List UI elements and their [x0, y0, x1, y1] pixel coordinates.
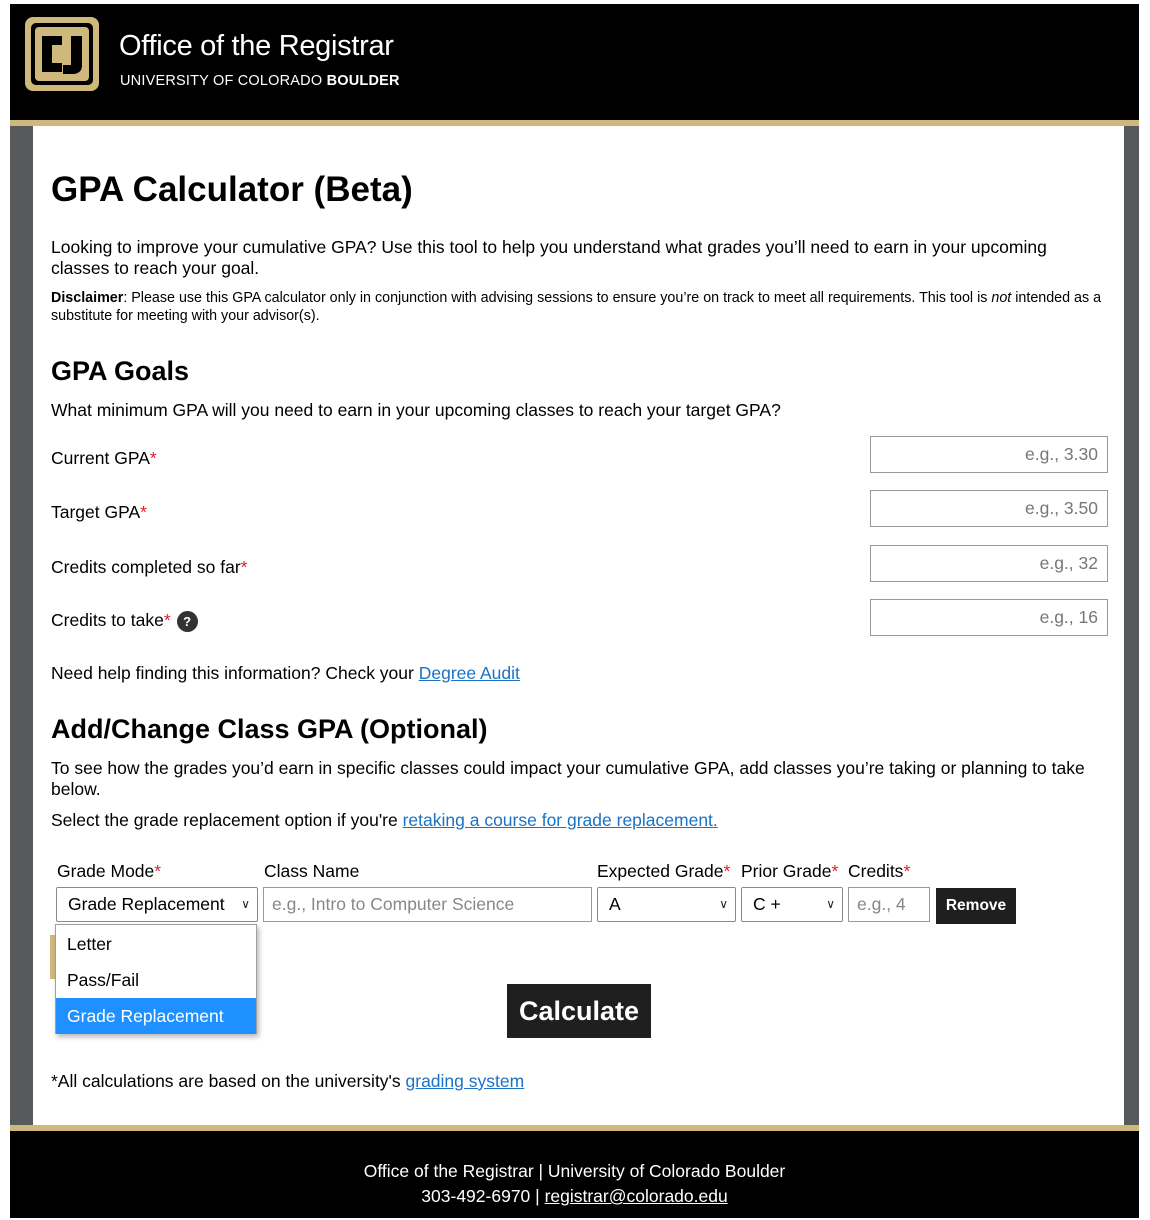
footer-phone: 303-492-6970: [421, 1186, 531, 1206]
expected-grade-value: A: [609, 894, 621, 914]
target-gpa-label-text: Target GPA: [51, 502, 141, 522]
expected-grade-label-text: Expected Grade: [597, 861, 724, 881]
cu-logo[interactable]: CU: [22, 14, 102, 94]
chevron-down-icon: ∨: [241, 897, 250, 911]
footer-email-link[interactable]: registrar@colorado.edu: [545, 1186, 728, 1206]
prior-grade-label: Prior Grade*: [741, 861, 838, 882]
gpa-goals-heading: GPA Goals: [51, 356, 190, 386]
help-finding-prefix: Need help finding this information? Chec…: [51, 663, 419, 683]
grading-system-link[interactable]: grading system: [406, 1071, 525, 1091]
intro-text: Looking to improve your cumulative GPA? …: [51, 237, 1047, 278]
degree-audit-link[interactable]: Degree Audit: [419, 663, 520, 683]
calculate-button[interactable]: Calculate: [507, 984, 651, 1038]
footer-line-2: 303-492-6970 | registrar@colorado.edu: [10, 1186, 1139, 1207]
site-title[interactable]: Office of the Registrar: [119, 30, 394, 63]
site-subtitle: UNIVERSITY OF COLORADO BOULDER: [120, 73, 400, 89]
disclaimer-text-1: : Please use this GPA calculator only in…: [123, 290, 992, 306]
help-finding-text: Need help finding this information? Chec…: [51, 663, 520, 684]
target-gpa-label: Target GPA*: [51, 502, 147, 523]
disclaimer: Disclaimer: Please use this GPA calculat…: [51, 289, 1111, 325]
grade-replacement-link[interactable]: retaking a course for grade replacement.: [403, 810, 718, 830]
target-gpa-input[interactable]: [870, 490, 1108, 527]
prior-grade-value: C +: [753, 894, 781, 914]
gpa-goals-question: What minimum GPA will you need to earn i…: [51, 400, 781, 420]
option-letter[interactable]: Letter: [56, 926, 256, 962]
required-marker: *: [154, 861, 162, 881]
required-marker: *: [723, 861, 731, 881]
credits-label-text: Credits: [848, 861, 904, 881]
grade-mode-label-text: Grade Mode: [57, 861, 155, 881]
current-gpa-label-text: Current GPA: [51, 448, 150, 468]
class-section-intro: To see how the grades you’d earn in spec…: [51, 758, 1085, 799]
class-name-input[interactable]: [263, 887, 592, 922]
required-marker: *: [240, 557, 248, 577]
calculation-note: *All calculations are based on the unive…: [51, 1071, 524, 1092]
credits-completed-label-text: Credits completed so far: [51, 557, 241, 577]
replacement-prefix: Select the grade replacement option if y…: [51, 810, 403, 830]
page-title: GPA Calculator (Beta): [51, 170, 413, 209]
current-gpa-label: Current GPA*: [51, 448, 157, 469]
option-grade-replacement[interactable]: Grade Replacement: [56, 998, 256, 1034]
credits-to-take-label: Credits to take*?: [51, 610, 198, 632]
expected-grade-label: Expected Grade*: [597, 861, 730, 882]
replacement-text: Select the grade replacement option if y…: [51, 810, 718, 831]
required-marker: *: [163, 610, 171, 630]
prior-grade-select[interactable]: C + ∨: [741, 887, 843, 922]
chevron-down-icon: ∨: [719, 897, 728, 911]
credits-input[interactable]: [848, 887, 930, 922]
class-section-heading: Add/Change Class GPA (Optional): [51, 714, 488, 744]
grade-mode-label: Grade Mode*: [57, 861, 161, 882]
option-pass-fail[interactable]: Pass/Fail: [56, 962, 256, 998]
help-icon[interactable]: ?: [176, 610, 198, 632]
disclaimer-label: Disclaimer: [51, 290, 124, 306]
grade-mode-select[interactable]: Grade Replacement ∨: [56, 887, 258, 922]
footer-line-1: Office of the Registrar | University of …: [363, 1161, 786, 1181]
subtitle-normal: UNIVERSITY OF COLORADO: [120, 73, 327, 89]
grade-mode-dropdown[interactable]: Letter Pass/Fail Grade Replacement: [55, 924, 257, 1034]
required-marker: *: [149, 448, 157, 468]
current-gpa-input[interactable]: [870, 436, 1108, 473]
required-marker: *: [903, 861, 911, 881]
credits-completed-input[interactable]: [870, 545, 1108, 582]
subtitle-bold: BOULDER: [326, 73, 400, 89]
credits-label: Credits*: [848, 861, 910, 882]
required-marker: *: [831, 861, 839, 881]
required-marker: *: [140, 502, 147, 522]
remove-button[interactable]: Remove: [936, 888, 1016, 924]
disclaimer-italic: not: [991, 290, 1012, 306]
credits-to-take-input[interactable]: [870, 599, 1108, 636]
prior-grade-label-text: Prior Grade: [741, 861, 832, 881]
footer-separator: |: [530, 1186, 545, 1206]
class-name-label: Class Name: [264, 861, 360, 881]
credits-to-take-label-text: Credits to take: [51, 610, 164, 630]
grade-mode-value: Grade Replacement: [68, 894, 225, 914]
site-footer: Office of the Registrar | University of …: [10, 1131, 1139, 1218]
calculation-note-prefix: *All calculations are based on the unive…: [51, 1071, 406, 1091]
credits-completed-label: Credits completed so far*: [51, 557, 247, 578]
expected-grade-select[interactable]: A ∨: [597, 887, 736, 922]
chevron-down-icon: ∨: [826, 897, 835, 911]
